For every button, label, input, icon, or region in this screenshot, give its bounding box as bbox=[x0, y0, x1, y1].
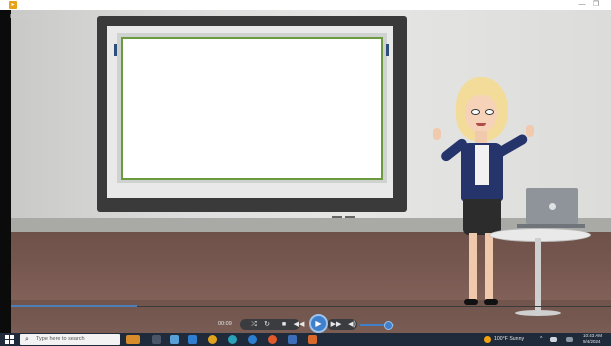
chrome-icon[interactable] bbox=[208, 335, 217, 344]
edge-icon[interactable] bbox=[228, 335, 237, 344]
app-icon: ▸ bbox=[9, 1, 17, 9]
character-eye-right bbox=[485, 109, 494, 115]
side-table-stem bbox=[535, 238, 541, 312]
network-icon[interactable] bbox=[550, 337, 557, 342]
video-area[interactable]: LD 2-770s-239803 00:09 ⤮ ↻ ■ ◀◀ ▶ ▶▶ ◀) bbox=[0, 10, 611, 333]
character-shoe-right bbox=[484, 299, 498, 305]
character-leg-right bbox=[485, 233, 493, 301]
taskbar-app-icon-1[interactable] bbox=[126, 335, 140, 344]
animation-scene bbox=[11, 10, 611, 333]
wall-monitor bbox=[97, 16, 407, 218]
media-player-icon[interactable] bbox=[308, 335, 317, 344]
character-eye-left bbox=[471, 109, 480, 115]
volume-slider-handle[interactable] bbox=[384, 321, 393, 330]
character-blouse bbox=[475, 145, 489, 185]
minimize-button[interactable]: — bbox=[577, 0, 587, 10]
keyboard-icon[interactable] bbox=[566, 337, 573, 342]
player-controls: 00:09 ⤮ ↻ ■ ◀◀ ▶ ▶▶ ◀) bbox=[0, 314, 611, 333]
taskbar-app-icon-3[interactable] bbox=[188, 335, 197, 344]
laptop-logo-icon bbox=[549, 203, 556, 210]
volume-icon[interactable]: ◀) bbox=[346, 319, 358, 330]
monitor-screen bbox=[121, 37, 383, 180]
screen-edge-left bbox=[114, 44, 117, 56]
shuffle-button[interactable]: ⤮ bbox=[248, 319, 260, 330]
weather-sun-icon bbox=[484, 336, 491, 343]
next-button[interactable]: ▶▶ bbox=[330, 319, 342, 330]
play-button[interactable]: ▶ bbox=[309, 314, 328, 333]
window-title-bar: ▸ — ❐ bbox=[0, 0, 611, 10]
firefox-icon[interactable] bbox=[268, 335, 277, 344]
character-leg-left bbox=[469, 233, 477, 301]
search-icon: ⌕ bbox=[25, 336, 29, 343]
character-hand-left bbox=[433, 128, 441, 140]
ie-icon[interactable] bbox=[248, 335, 257, 344]
mail-icon[interactable] bbox=[288, 335, 297, 344]
elapsed-time: 00:09 bbox=[218, 321, 232, 327]
character-mouth bbox=[476, 123, 486, 126]
clock-date[interactable]: 9/4/2024 bbox=[583, 339, 601, 345]
character-neck bbox=[475, 131, 487, 143]
taskbar-app-icon-2[interactable] bbox=[170, 335, 179, 344]
file-name-label: LD 2-770s-239803 bbox=[10, 14, 56, 20]
restore-button[interactable]: ❐ bbox=[591, 0, 601, 10]
monitor-indicators bbox=[332, 205, 382, 218]
character-skirt bbox=[463, 199, 501, 235]
tray-overflow-chevron[interactable]: ^ bbox=[540, 336, 542, 343]
weather-text[interactable]: 100°F Sunny bbox=[494, 336, 524, 343]
taskbar-search-input[interactable]: Type here to search bbox=[36, 335, 85, 344]
task-view-icon[interactable] bbox=[152, 335, 161, 344]
character-shoe-left bbox=[464, 299, 478, 305]
repeat-button[interactable]: ↻ bbox=[261, 319, 273, 330]
start-button[interactable] bbox=[5, 335, 14, 344]
stop-button[interactable]: ■ bbox=[278, 319, 290, 330]
seek-bar-progress[interactable] bbox=[11, 305, 137, 307]
character-hand-right bbox=[526, 125, 534, 137]
windows-taskbar: ⌕ Type here to search 100°F Sunny ^ 10:4… bbox=[0, 333, 611, 346]
screen-edge-right bbox=[386, 44, 389, 56]
previous-button[interactable]: ◀◀ bbox=[293, 319, 305, 330]
